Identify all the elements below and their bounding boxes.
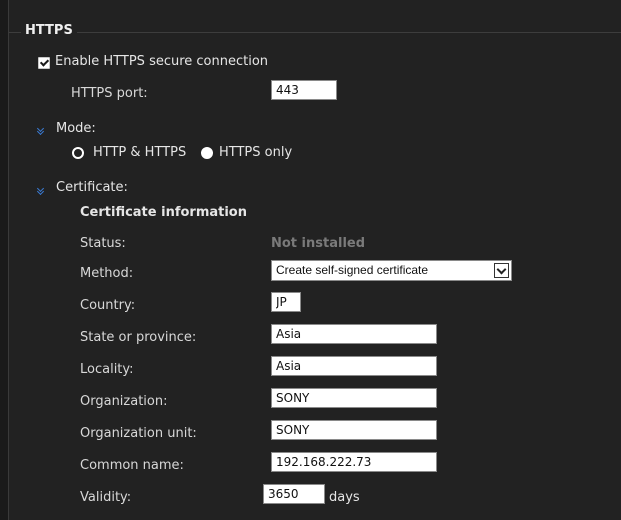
radio-http-and-https[interactable] — [72, 147, 84, 159]
method-select[interactable]: Create self-signed certificate — [271, 260, 512, 281]
section-title: HTTPS — [21, 23, 77, 38]
enable-https-label: Enable HTTPS secure connection — [55, 54, 269, 69]
certificate-expand-icon[interactable] — [36, 187, 46, 195]
organization-label: Organization: — [80, 394, 168, 409]
country-input[interactable] — [271, 292, 301, 312]
option-http-and-https-label: HTTP & HTTPS — [93, 145, 187, 160]
section-divider — [9, 32, 621, 33]
https-panel: HTTPS Enable HTTPS secure connection HTT… — [8, 0, 621, 520]
method-select-value: Create self-signed certificate — [276, 263, 429, 277]
method-label: Method: — [80, 266, 134, 281]
status-value: Not installed — [271, 236, 366, 251]
option-https-only-label: HTTPS only — [219, 145, 293, 160]
org-unit-input[interactable] — [271, 420, 437, 440]
chevron-down-icon[interactable] — [494, 263, 509, 278]
common-name-label: Common name: — [80, 458, 184, 473]
common-name-input[interactable] — [271, 452, 437, 472]
validity-label: Validity: — [80, 490, 132, 505]
org-unit-label: Organization unit: — [80, 426, 197, 441]
radio-https-only[interactable] — [201, 147, 213, 159]
state-label: State or province: — [80, 330, 197, 345]
certificate-label: Certificate: — [56, 180, 128, 195]
https-port-input[interactable] — [271, 80, 337, 100]
locality-label: Locality: — [80, 362, 134, 377]
organization-input[interactable] — [271, 388, 437, 408]
locality-input[interactable] — [271, 356, 437, 376]
mode-label: Mode: — [56, 121, 96, 136]
validity-unit: days — [329, 490, 360, 505]
mode-expand-icon[interactable] — [36, 127, 46, 135]
status-label: Status: — [80, 236, 126, 251]
enable-https-checkbox[interactable] — [38, 57, 50, 69]
state-input[interactable] — [271, 324, 437, 344]
country-label: Country: — [80, 298, 136, 313]
validity-input[interactable] — [263, 484, 325, 504]
https-port-label: HTTPS port: — [71, 86, 148, 101]
certificate-info-heading: Certificate information — [80, 205, 247, 220]
